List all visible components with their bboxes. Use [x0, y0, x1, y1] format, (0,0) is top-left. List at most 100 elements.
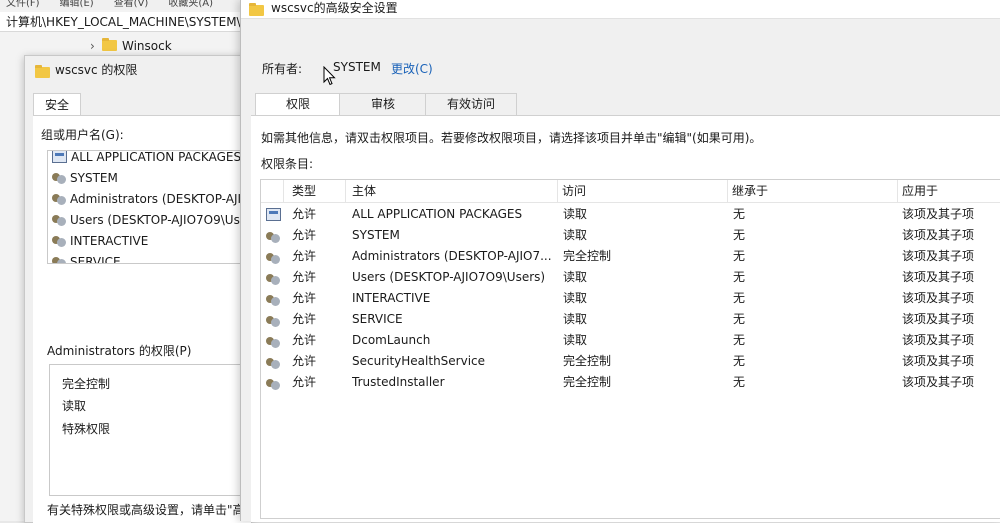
tree-item-winsock[interactable]: › Winsock	[0, 37, 250, 55]
cell-access: 读取	[563, 207, 588, 221]
cell-type: 允许	[292, 207, 317, 221]
list-item[interactable]: Administrators (DESKTOP-AJIO7O9\Administ…	[52, 189, 252, 209]
group-list-label: 组或用户名(G):	[41, 128, 124, 142]
cell-access: 读取	[563, 333, 588, 347]
column-header-type[interactable]: 类型	[284, 180, 346, 202]
cell-applies-to: 该项及其子项	[902, 270, 975, 284]
list-item[interactable]: SERVICE	[52, 252, 121, 263]
cell-inherited-from: 无	[733, 207, 746, 221]
users-icon	[266, 355, 280, 369]
cell-inherited-from: 无	[733, 354, 746, 368]
table-row[interactable]: 允许 DcomLaunch 读取 无 该项及其子项	[261, 330, 1000, 351]
app-package-icon	[52, 151, 67, 163]
users-icon	[52, 233, 66, 247]
cell-access: 读取	[563, 228, 588, 242]
cell-access: 完全控制	[563, 354, 612, 368]
users-icon	[52, 254, 66, 263]
menu-file[interactable]: 文件(F)	[6, 0, 40, 9]
menu-favorites[interactable]: 收藏夹(A)	[168, 0, 213, 9]
permission-item: 特殊权限	[62, 422, 111, 436]
permissions-dialog: wscsvc 的权限 安全 组或用户名(G): ALL APPLICATION …	[24, 55, 253, 523]
permissions-label: Administrators 的权限(P)	[47, 344, 192, 358]
cell-type: 允许	[292, 333, 317, 347]
list-item[interactable]: INTERACTIVE	[52, 231, 148, 251]
cell-inherited-from: 无	[733, 312, 746, 326]
cell-principal: ALL APPLICATION PACKAGES	[352, 207, 523, 221]
list-item[interactable]: SYSTEM	[52, 168, 118, 188]
cell-applies-to: 该项及其子项	[902, 354, 975, 368]
table-row[interactable]: 允许 INTERACTIVE 读取 无 该项及其子项	[261, 288, 1000, 309]
cell-type: 允许	[292, 354, 317, 368]
users-icon	[266, 376, 280, 390]
menu-bar: 文件(F) 编辑(E) 查看(V) 收藏夹(A)	[0, 0, 250, 10]
users-icon	[266, 250, 280, 264]
cell-applies-to: 该项及其子项	[902, 333, 975, 347]
advanced-security-dialog: wscsvc的高级安全设置 所有者: SYSTEM 更改(C) 权限 审核 有效…	[240, 0, 1000, 522]
folder-icon	[249, 3, 264, 16]
table-row[interactable]: 允许 Administrators (DESKTOP-AJIO7... 完全控制 无 该…	[261, 246, 1000, 267]
table-row[interactable]: 允许 TrustedInstaller 完全控制 无 该项及其子项	[261, 372, 1000, 393]
table-row[interactable]: 允许 ALL APPLICATION PACKAGES 读取 无 该项及其子项	[261, 204, 1000, 225]
cell-type: 允许	[292, 312, 317, 326]
cell-inherited-from: 无	[733, 228, 746, 242]
column-header-access[interactable]: 访问	[558, 180, 728, 202]
address-bar[interactable]: 计算机\HKEY_LOCAL_MACHINE\SYSTEM\	[0, 12, 250, 32]
entries-label: 权限条目:	[261, 157, 314, 171]
column-header-principal[interactable]: 主体	[346, 180, 558, 202]
column-header-inherited-from[interactable]: 继承于	[728, 180, 898, 202]
cell-applies-to: 该项及其子项	[902, 291, 975, 305]
users-icon	[52, 191, 66, 205]
users-icon	[266, 271, 280, 285]
cell-principal: INTERACTIVE	[352, 291, 431, 305]
menu-view[interactable]: 查看(V)	[114, 0, 149, 9]
cell-access: 读取	[563, 312, 588, 326]
column-header-applies-to[interactable]: 应用于	[898, 180, 1000, 202]
list-item[interactable]: ALL APPLICATION PACKAGES	[52, 151, 241, 167]
dialog-title: wscsvc 的权限	[55, 63, 138, 77]
cell-type: 允许	[292, 228, 317, 242]
cell-access: 读取	[563, 270, 588, 284]
cell-inherited-from: 无	[733, 270, 746, 284]
list-item[interactable]: Users (DESKTOP-AJIO7O9\Users)	[52, 210, 252, 230]
cell-principal: Administrators (DESKTOP-AJIO7...	[352, 249, 552, 263]
cell-principal: DcomLaunch	[352, 333, 431, 347]
menu-edit[interactable]: 编辑(E)	[60, 0, 94, 9]
mouse-cursor-icon	[323, 66, 336, 86]
table-row[interactable]: 允许 Users (DESKTOP-AJIO7O9\Users) 读取 无 该项及其子项	[261, 267, 1000, 288]
cell-inherited-from: 无	[733, 333, 746, 347]
chevron-right-icon[interactable]: ›	[90, 37, 95, 55]
cell-applies-to: 该项及其子项	[902, 249, 975, 263]
tree-item-label: Winsock	[122, 39, 172, 53]
permission-entries-table[interactable]: 类型 主体 访问 继承于 应用于 允许 ALL APPLICATION PACKA…	[260, 179, 1000, 519]
users-icon	[266, 334, 280, 348]
advanced-note: 有关特殊权限或高级设置，请单击"高	[47, 503, 245, 517]
tab-auditing[interactable]: 审核	[339, 93, 427, 115]
owner-label: 所有者:	[262, 62, 303, 76]
table-row[interactable]: 允许 SYSTEM 读取 无 该项及其子项	[261, 225, 1000, 246]
tab-security[interactable]: 安全	[33, 93, 81, 116]
users-icon	[266, 229, 280, 243]
cell-applies-to: 该项及其子项	[902, 228, 975, 242]
cell-inherited-from: 无	[733, 375, 746, 389]
permissions-list[interactable]: 完全控制 读取 特殊权限	[49, 364, 253, 496]
tab-bar: 权限 审核 有效访问	[255, 93, 1000, 116]
cell-inherited-from: 无	[733, 291, 746, 305]
users-icon	[266, 313, 280, 327]
cell-type: 允许	[292, 249, 317, 263]
users-icon	[52, 212, 66, 226]
table-row[interactable]: 允许 SERVICE 读取 无 该项及其子项	[261, 309, 1000, 330]
app-package-icon	[266, 208, 281, 221]
title-bar: wscsvc的高级安全设置	[241, 0, 1000, 19]
tab-permissions[interactable]: 权限	[255, 93, 341, 116]
change-owner-link[interactable]: 更改(C)	[391, 60, 433, 77]
tab-effective-access[interactable]: 有效访问	[425, 93, 517, 115]
folder-icon	[35, 65, 50, 78]
cell-principal: TrustedInstaller	[352, 375, 445, 389]
cell-inherited-from: 无	[733, 249, 746, 263]
cell-principal: SecurityHealthService	[352, 354, 486, 368]
cell-principal: Users (DESKTOP-AJIO7O9\Users)	[352, 270, 546, 284]
users-icon	[52, 170, 66, 184]
table-row[interactable]: 允许 SecurityHealthService 完全控制 无 该项及其子项	[261, 351, 1000, 372]
cell-principal: SYSTEM	[352, 228, 400, 242]
group-list[interactable]: ALL APPLICATION PACKAGES SYSTEM Administ…	[47, 150, 253, 264]
